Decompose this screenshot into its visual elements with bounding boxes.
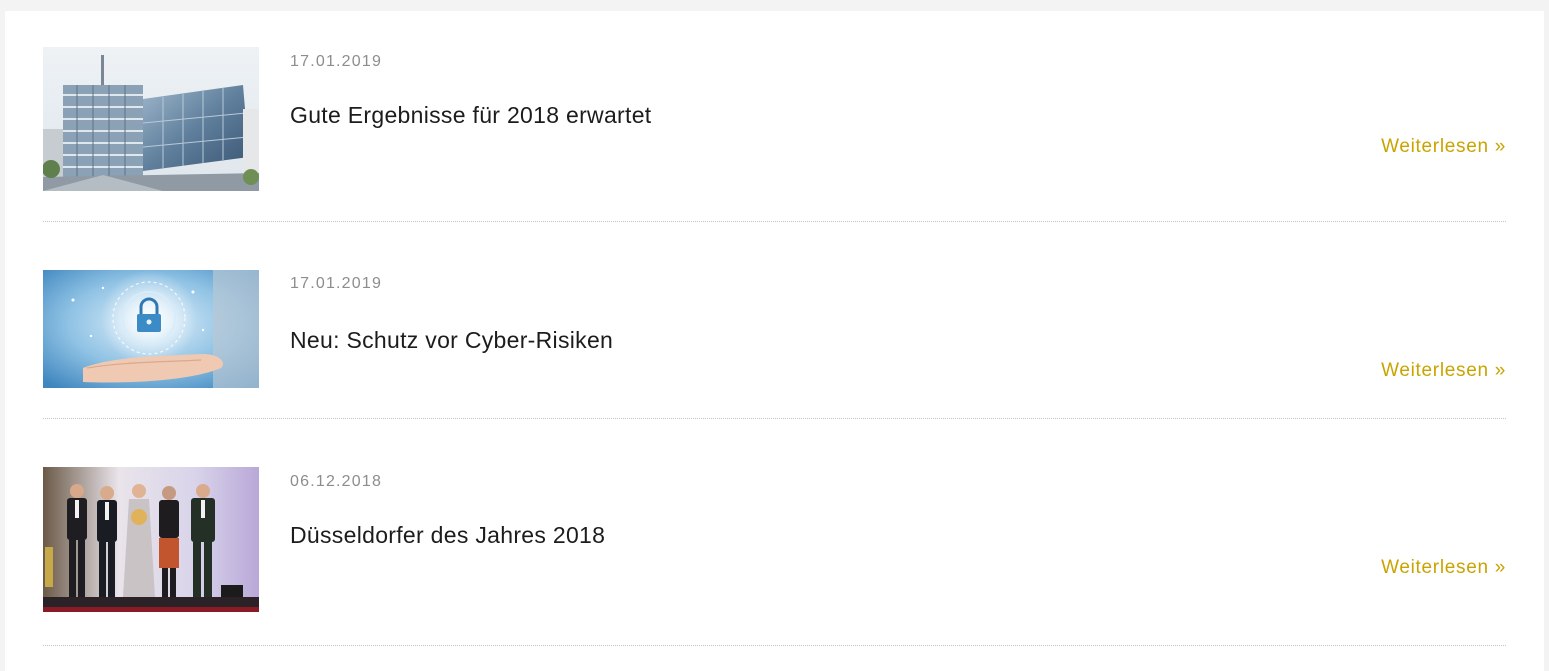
- cyber-security-image: [43, 270, 259, 388]
- news-thumbnail-award-ceremony[interactable]: [43, 467, 259, 612]
- office-building-image: [43, 47, 259, 191]
- news-thumbnail-office-building[interactable]: [43, 47, 259, 191]
- news-item: 17.01.2019 Gute Ergebnisse für 2018 erwa…: [43, 47, 1506, 197]
- news-item: 17.01.2019 Neu: Schutz vor Cyber-Risiken…: [43, 270, 1506, 400]
- news-title-link[interactable]: Neu: Schutz vor Cyber-Risiken: [290, 327, 613, 354]
- news-title-link[interactable]: Düsseldorfer des Jahres 2018: [290, 522, 605, 549]
- news-date: 06.12.2018: [290, 473, 383, 490]
- news-item: 06.12.2018 Düsseldorfer des Jahres 2018 …: [43, 467, 1506, 617]
- news-title-link[interactable]: Gute Ergebnisse für 2018 erwartet: [290, 102, 651, 129]
- read-more-link[interactable]: Weiterlesen »: [1381, 360, 1506, 382]
- news-divider: [43, 645, 1506, 646]
- award-ceremony-image: [43, 467, 259, 612]
- news-divider: [43, 418, 1506, 419]
- read-more-link[interactable]: Weiterlesen »: [1381, 136, 1506, 158]
- news-date: 17.01.2019: [290, 275, 383, 292]
- read-more-link[interactable]: Weiterlesen »: [1381, 557, 1506, 579]
- news-divider: [43, 221, 1506, 222]
- news-date: 17.01.2019: [290, 53, 383, 70]
- news-thumbnail-cyber-security[interactable]: [43, 270, 259, 388]
